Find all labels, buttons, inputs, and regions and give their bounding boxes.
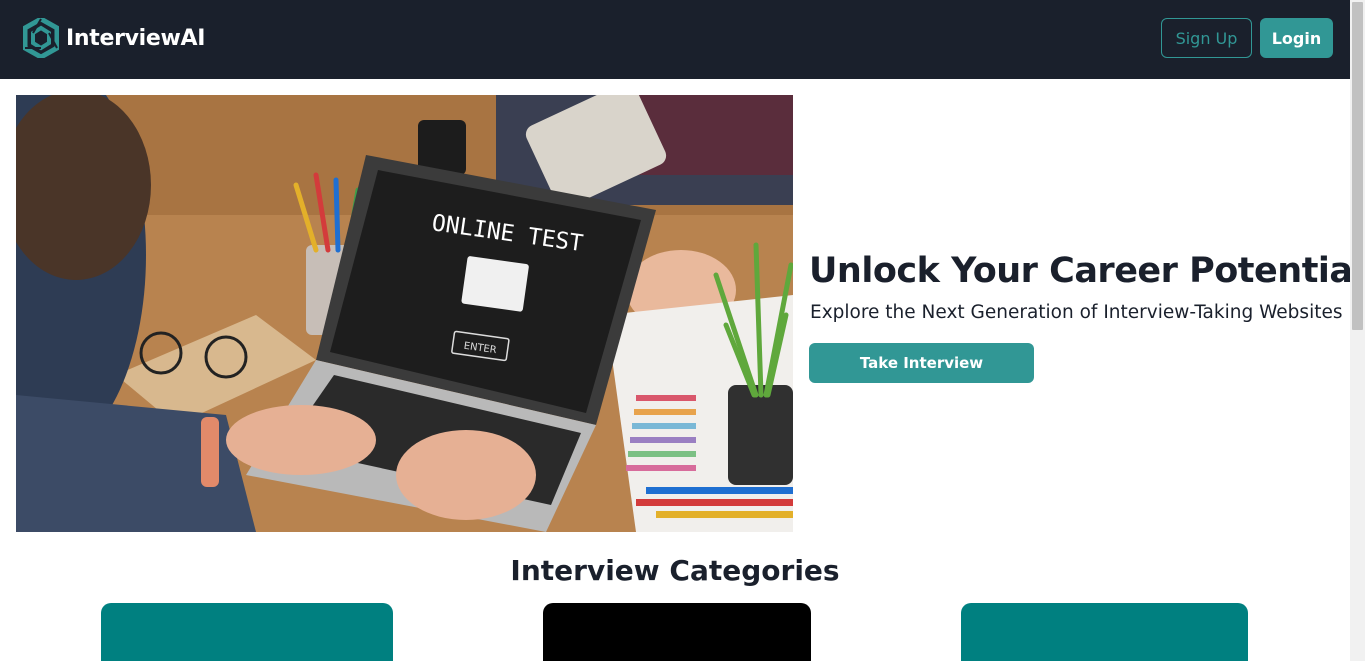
categories-heading: Interview Categories: [510, 554, 840, 587]
category-card[interactable]: [101, 603, 393, 661]
page: InterviewAI Sign Up Login ONLINE TEST EN…: [0, 0, 1365, 661]
login-button[interactable]: Login: [1260, 18, 1333, 58]
brand-name: InterviewAI: [66, 25, 206, 51]
logo-icon: [23, 18, 59, 58]
hero-image: ONLINE TEST ENTER: [16, 95, 793, 532]
take-interview-button[interactable]: Take Interview: [809, 343, 1034, 383]
navbar: InterviewAI Sign Up Login: [0, 0, 1350, 79]
category-card[interactable]: [543, 603, 811, 661]
signup-button[interactable]: Sign Up: [1161, 18, 1252, 58]
brand[interactable]: InterviewAI: [23, 18, 205, 58]
scrollbar-thumb[interactable]: [1352, 2, 1363, 330]
hero-subtitle: Explore the Next Generation of Interview…: [810, 302, 1343, 323]
hero-title: Unlock Your Career Potential: [809, 251, 1365, 291]
category-card[interactable]: [961, 603, 1248, 661]
page-scrollbar[interactable]: [1350, 0, 1365, 661]
